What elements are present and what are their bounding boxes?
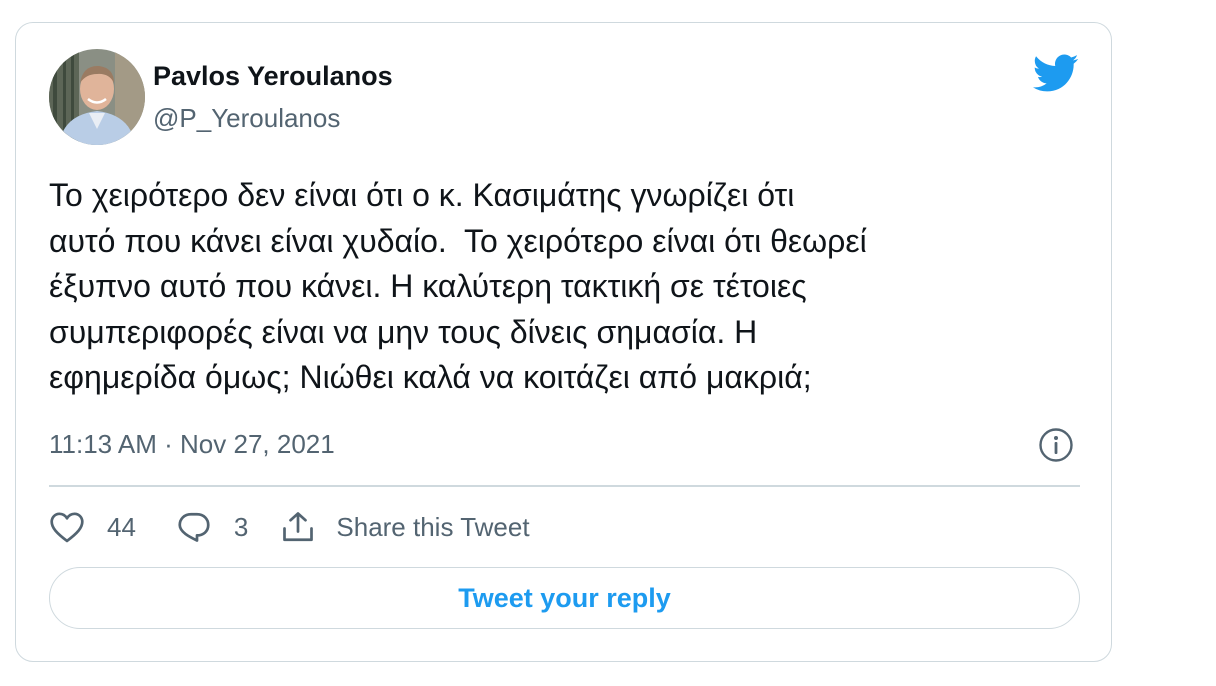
share-button[interactable]: Share this Tweet xyxy=(280,510,530,544)
tweet-reply-label: Tweet your reply xyxy=(458,582,671,613)
share-label: Share this Tweet xyxy=(336,511,530,542)
tweet-text: Το χειρότερο δεν είναι ότι ο κ. Κασιμάτη… xyxy=(49,177,867,395)
avatar[interactable] xyxy=(49,49,145,145)
author-name[interactable]: Pavlos Yeroulanos xyxy=(153,61,393,92)
profile-photo xyxy=(49,49,145,145)
tweet-reply-button[interactable]: Tweet your reply xyxy=(49,567,1080,629)
tweet-timestamp[interactable]: 11:13 AM · Nov 27, 2021 xyxy=(49,429,335,460)
twitter-bird-icon[interactable] xyxy=(1031,53,1079,93)
tweet-card: Pavlos Yeroulanos @P_Yeroulanos Το χειρό… xyxy=(15,22,1112,662)
reply-icon xyxy=(178,512,210,542)
info-icon[interactable] xyxy=(1038,427,1074,463)
like-button[interactable]: 44 xyxy=(49,510,136,544)
heart-icon xyxy=(50,512,84,543)
action-bar: 44 3 Share this Tweet xyxy=(49,509,530,545)
divider xyxy=(49,485,1080,487)
share-icon xyxy=(283,512,314,542)
reply-count: 3 xyxy=(233,511,249,542)
reply-count-button[interactable]: 3 xyxy=(176,510,248,544)
author-handle[interactable]: @P_Yeroulanos xyxy=(153,103,340,134)
like-count: 44 xyxy=(107,511,136,542)
